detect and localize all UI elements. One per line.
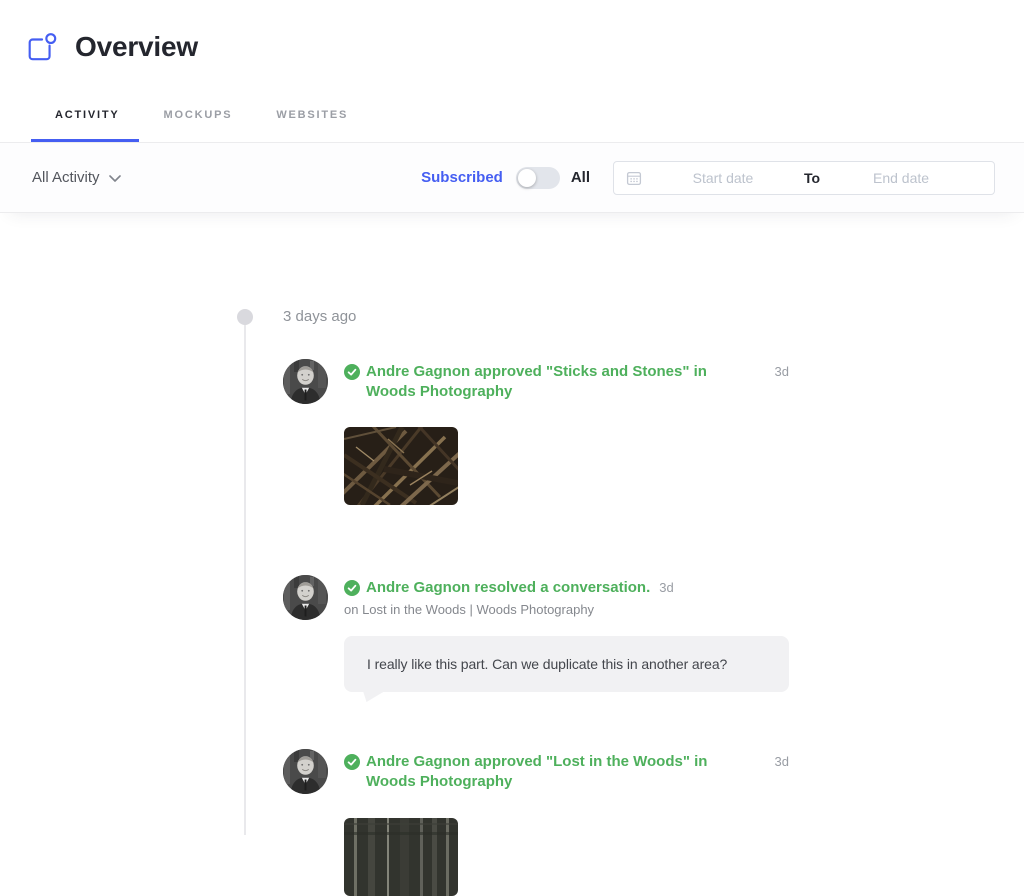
date-range-picker[interactable]: Start date To End date (613, 160, 995, 195)
toggle-knob (517, 168, 536, 187)
end-date-input[interactable]: End date (820, 170, 982, 186)
timeline-dot (237, 309, 253, 325)
tab-bar: ACTIVITY MOCKUPS WEBSITES (0, 63, 1024, 143)
activity-headline[interactable]: Andre Gagnon approved "Sticks and Stones… (366, 362, 752, 402)
activity-headline[interactable]: Andre Gagnon approved "Lost in the Woods… (366, 752, 752, 792)
date-range-to-label: To (803, 169, 821, 186)
timeline-group-label: 3 days ago (283, 308, 357, 325)
tab-activity[interactable]: ACTIVITY (55, 109, 120, 121)
activity-item-approved-lost-woods: Andre Gagnon approved "Lost in the Woods… (283, 749, 789, 896)
avatar[interactable] (283, 359, 328, 404)
overview-icon (28, 33, 57, 61)
activity-item-resolved-conversation: Andre Gagnon resolved a conversation. 3d… (283, 575, 789, 702)
activity-timestamp: 3d (774, 754, 789, 769)
start-date-input[interactable]: Start date (642, 170, 804, 186)
page-title: Overview (75, 31, 198, 62)
filter-bar: All Activity Subscribed All Start date T… (0, 143, 1024, 213)
activity-feed: 3 days ago Andre Gagnon approved "Sticks… (0, 213, 1024, 896)
subscribed-toggle-label[interactable]: Subscribed (421, 169, 503, 186)
activity-timestamp: 3d (774, 364, 789, 379)
subscribed-all-toggle[interactable] (515, 166, 560, 189)
comment-text: I really like this part. Can we duplicat… (367, 656, 728, 672)
avatar[interactable] (283, 749, 328, 794)
mockup-thumbnail-lost-in-the-woods[interactable] (344, 818, 458, 896)
comment-bubble[interactable]: I really like this part. Can we duplicat… (344, 636, 789, 702)
activity-headline[interactable]: Andre Gagnon resolved a conversation. (366, 578, 650, 598)
page-header: Overview (0, 0, 1024, 63)
chevron-down-icon (108, 175, 121, 182)
comment-bubble-tail (363, 691, 385, 702)
all-toggle-label[interactable]: All (571, 169, 590, 186)
activity-item-approved-sticks: Andre Gagnon approved "Sticks and Stones… (283, 359, 789, 505)
check-badge-icon (344, 754, 360, 770)
mockup-thumbnail-sticks-and-stones[interactable] (344, 427, 458, 505)
check-badge-icon (344, 364, 360, 380)
avatar[interactable] (283, 575, 328, 620)
timeline-line (244, 317, 246, 835)
calendar-icon (626, 171, 642, 185)
activity-timestamp: 3d (659, 580, 674, 595)
activity-context[interactable]: on Lost in the Woods | Woods Photography (344, 602, 789, 618)
check-badge-icon (344, 580, 360, 596)
active-tab-indicator (31, 139, 139, 142)
tab-mockups[interactable]: MOCKUPS (164, 109, 233, 121)
activity-filter-label: All Activity (32, 169, 100, 186)
tab-websites[interactable]: WEBSITES (276, 109, 348, 121)
activity-filter-dropdown[interactable]: All Activity (32, 169, 121, 186)
